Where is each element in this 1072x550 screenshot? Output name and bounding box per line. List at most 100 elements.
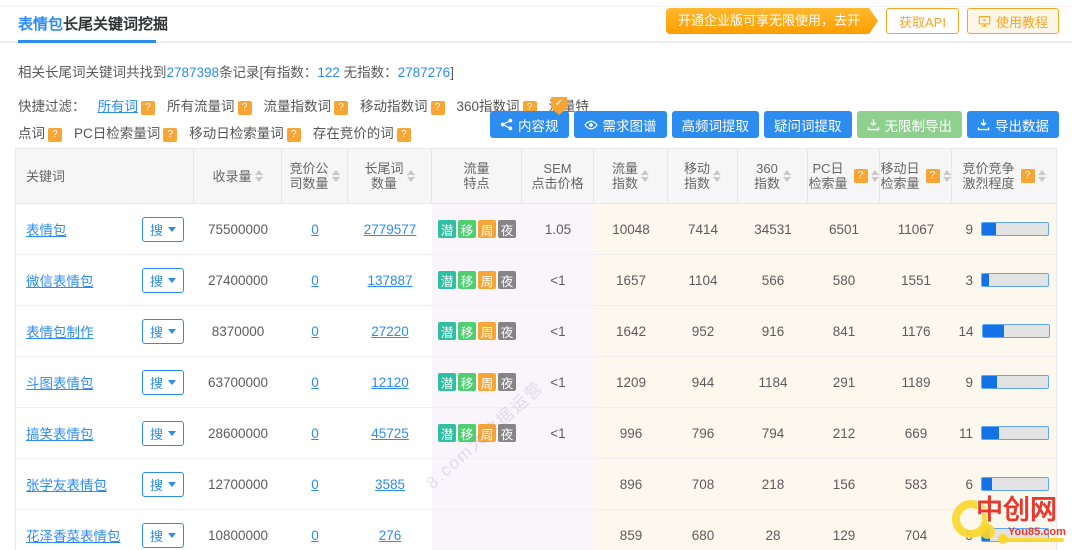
keyword-link[interactable]: 张学友表情包 <box>26 474 107 494</box>
mobile-index-cell: 680 <box>668 510 738 550</box>
column-label: PC日检索量 <box>808 161 847 191</box>
competition-bar <box>982 324 1050 338</box>
bid-companies-link[interactable]: 0 <box>311 324 319 339</box>
competition-cell: 5 <box>952 510 1056 550</box>
sort-icon[interactable] <box>332 170 340 182</box>
column-label: 流量特点 <box>463 161 489 191</box>
tutorial-button[interactable]: 使用教程 <box>967 8 1059 34</box>
traffic-tag: 移 <box>458 424 476 442</box>
search-button-label: 搜 <box>150 271 163 290</box>
filter-link-8[interactable]: 存在竞价的词 <box>313 126 394 141</box>
caret-down-icon <box>168 380 176 385</box>
col-header-9: PC日检索量? <box>808 149 880 203</box>
help-icon[interactable]: ? <box>287 128 301 142</box>
help-icon[interactable]: ? <box>163 128 177 142</box>
sort-icon[interactable] <box>407 170 415 182</box>
traffic-tags-cell <box>432 510 522 550</box>
keyword-link[interactable]: 斗图表情包 <box>26 372 94 392</box>
sort-icon[interactable] <box>641 170 649 182</box>
sem-price-cell <box>522 510 594 550</box>
filter-link-3[interactable]: 移动指数词 <box>360 99 428 114</box>
longtail-count-link[interactable]: 137887 <box>367 273 412 288</box>
longtail-count-link[interactable]: 45725 <box>371 426 409 441</box>
download-icon <box>867 118 880 131</box>
help-icon[interactable]: ? <box>431 101 445 115</box>
help-icon[interactable]: ? <box>141 101 155 115</box>
question-words-button[interactable]: 疑问词提取 <box>764 111 852 138</box>
bid-companies-link[interactable]: 0 <box>311 222 319 237</box>
help-icon[interactable]: ? <box>1021 169 1035 183</box>
filter-link-1[interactable]: 所有流量词 <box>167 99 235 114</box>
keyword-link[interactable]: 花泽香菜表情包 <box>26 525 121 545</box>
traffic-tag: 移 <box>458 322 476 340</box>
column-label: 360指数 <box>754 161 780 191</box>
help-icon[interactable]: ? <box>397 128 411 142</box>
sort-icon[interactable] <box>871 170 879 182</box>
traffic-tag-group: 潜移周夜 <box>438 271 516 289</box>
longtail-count-link[interactable]: 12120 <box>371 375 409 390</box>
bid-companies-link[interactable]: 0 <box>311 273 319 288</box>
filter-link-7[interactable]: 移动日检索量词 <box>189 126 284 141</box>
index-360-cell: 794 <box>738 408 808 458</box>
col-header-4: 流量特点 <box>432 149 522 203</box>
filter-link-6[interactable]: PC日检索量词 <box>74 126 160 141</box>
search-button-label: 搜 <box>150 220 163 239</box>
upgrade-promo-ribbon[interactable]: 开通企业版可享无限使用，去开 <box>666 8 878 34</box>
bid-companies-link[interactable]: 0 <box>311 375 319 390</box>
toolbar-button-label: 导出数据 <box>995 115 1049 135</box>
demand-map-button[interactable]: 需求图谱 <box>574 111 667 138</box>
export-data-button[interactable]: 导出数据 <box>967 111 1059 138</box>
keyword-link[interactable]: 微信表情包 <box>26 270 94 290</box>
help-icon[interactable]: ? <box>334 101 348 115</box>
search-dropdown-button[interactable]: 搜 <box>142 217 184 242</box>
bid-companies-link[interactable]: 0 <box>311 477 319 492</box>
get-api-button[interactable]: 获取API <box>886 8 959 34</box>
keyword-link[interactable]: 搞笑表情包 <box>26 423 94 443</box>
search-dropdown-button[interactable]: 搜 <box>142 472 184 497</box>
traffic-tags-cell: 潜移周夜 <box>432 306 522 356</box>
tutorial-button-label: 使用教程 <box>996 12 1048 31</box>
bid-companies-link[interactable]: 0 <box>311 426 319 441</box>
sort-icon[interactable] <box>1038 170 1046 182</box>
col-header-2: 竞价公司数量 <box>282 149 348 203</box>
flow-index-cell: 1209 <box>594 357 668 407</box>
sort-icon[interactable] <box>255 170 263 182</box>
toolbar-button-label: 内容规 <box>518 115 559 135</box>
competition-bar <box>981 273 1049 287</box>
search-dropdown-button[interactable]: 搜 <box>142 268 184 293</box>
keyword-link[interactable]: 表情包 <box>26 219 67 239</box>
competition-bar-fill <box>982 478 992 490</box>
search-dropdown-button[interactable]: 搜 <box>142 319 184 344</box>
competition-bar-fill <box>982 427 999 439</box>
column-label: 竞价竞争激烈程度 <box>962 161 1014 191</box>
traffic-tag-group: 潜移周夜 <box>438 424 516 442</box>
longtail-count-link[interactable]: 3585 <box>375 477 405 492</box>
filter-link-2[interactable]: 流量指数词 <box>264 99 332 114</box>
caret-down-icon <box>168 227 176 232</box>
high-frequency-words-button[interactable]: 高频词提取 <box>672 111 760 138</box>
mobile-index-cell: 7414 <box>668 204 738 254</box>
help-icon[interactable]: ? <box>926 169 940 183</box>
content-plan-button[interactable]: 内容规 <box>490 111 569 138</box>
sort-icon[interactable] <box>783 170 791 182</box>
longtail-count-link-cell: 276 <box>348 510 432 550</box>
longtail-count-link[interactable]: 27220 <box>371 324 409 339</box>
unlimited-export-button[interactable]: 无限制导出 <box>857 111 963 138</box>
longtail-count-link[interactable]: 276 <box>379 528 402 543</box>
search-dropdown-button[interactable]: 搜 <box>142 421 184 446</box>
search-dropdown-button[interactable]: 搜 <box>142 370 184 395</box>
tab-keyword-mining[interactable]: 表情包长尾关键词挖掘 <box>18 13 168 34</box>
column-label: 竞价公司数量 <box>289 161 328 191</box>
help-icon[interactable]: ? <box>854 169 868 183</box>
toolbar-button-label: 疑问词提取 <box>774 115 842 135</box>
help-icon[interactable]: ? <box>238 101 252 115</box>
help-icon[interactable]: ? <box>48 128 62 142</box>
sort-icon[interactable] <box>713 170 721 182</box>
sort-icon[interactable] <box>943 170 951 182</box>
filter-link-0[interactable]: 所有词 <box>98 99 139 114</box>
longtail-count-link[interactable]: 2779577 <box>364 222 417 237</box>
search-dropdown-button[interactable]: 搜 <box>142 523 184 548</box>
pc-daily-search-cell: 156 <box>808 459 880 509</box>
keyword-link[interactable]: 表情包制作 <box>26 321 94 341</box>
bid-companies-link[interactable]: 0 <box>311 528 319 543</box>
